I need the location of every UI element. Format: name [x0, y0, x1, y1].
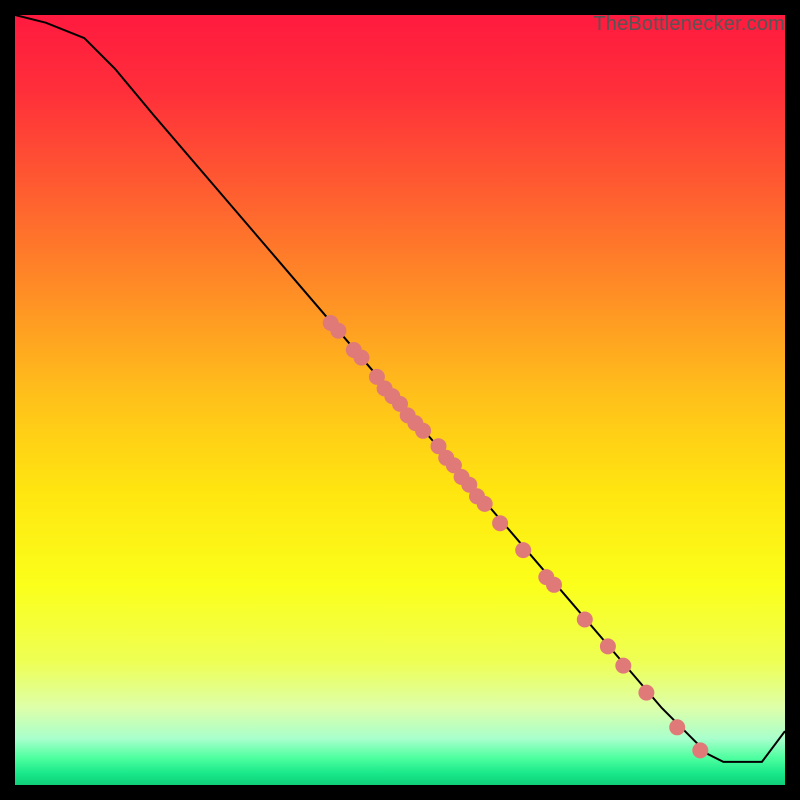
- data-marker: [415, 423, 431, 439]
- attribution-text: TheBottlenecker.com: [593, 13, 785, 36]
- data-marker: [354, 350, 370, 366]
- chart-overlay: [15, 15, 785, 785]
- data-marker: [515, 542, 531, 558]
- data-marker: [546, 577, 562, 593]
- data-marker: [330, 323, 346, 339]
- bottleneck-curve: [15, 15, 785, 762]
- data-marker: [577, 612, 593, 628]
- data-marker: [692, 742, 708, 758]
- data-marker: [492, 515, 508, 531]
- data-marker: [615, 658, 631, 674]
- data-marker: [600, 638, 616, 654]
- chart-frame: TheBottlenecker.com: [15, 15, 785, 785]
- data-marker: [669, 719, 685, 735]
- data-marker: [638, 685, 654, 701]
- data-marker: [477, 496, 493, 512]
